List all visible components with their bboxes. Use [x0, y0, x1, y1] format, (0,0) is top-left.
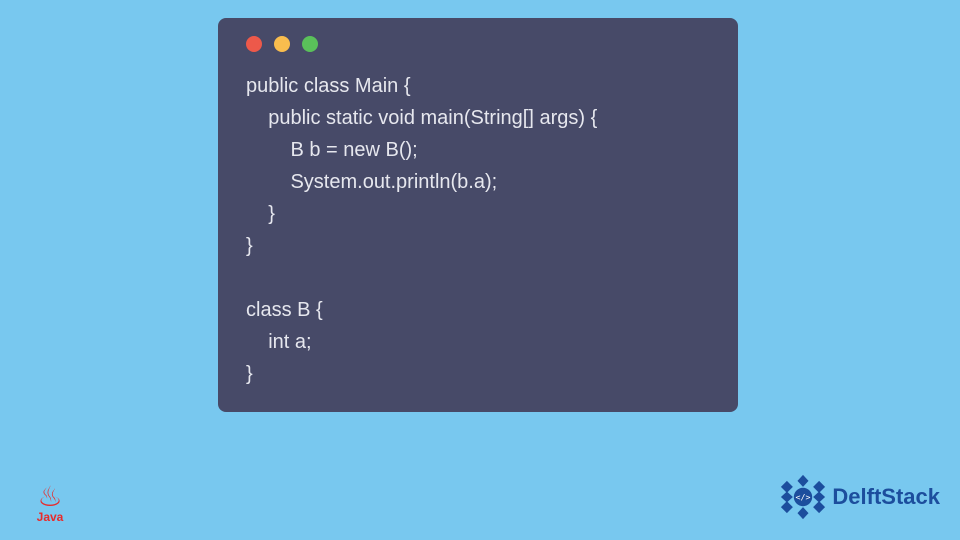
delftstack-logo: </> DelftStack: [780, 474, 940, 520]
code-block: public class Main { public static void m…: [246, 70, 710, 390]
svg-text:</>: </>: [796, 492, 811, 502]
java-steam-icon: ♨: [28, 484, 72, 509]
delftstack-badge-icon: </>: [780, 474, 826, 520]
minimize-icon: [274, 36, 290, 52]
window-traffic-lights: [246, 36, 710, 52]
delftstack-logo-label: DelftStack: [832, 484, 940, 510]
maximize-icon: [302, 36, 318, 52]
java-logo-label: Java: [28, 510, 72, 524]
close-icon: [246, 36, 262, 52]
java-logo: ♨ Java: [28, 484, 72, 524]
code-window: public class Main { public static void m…: [218, 18, 738, 412]
